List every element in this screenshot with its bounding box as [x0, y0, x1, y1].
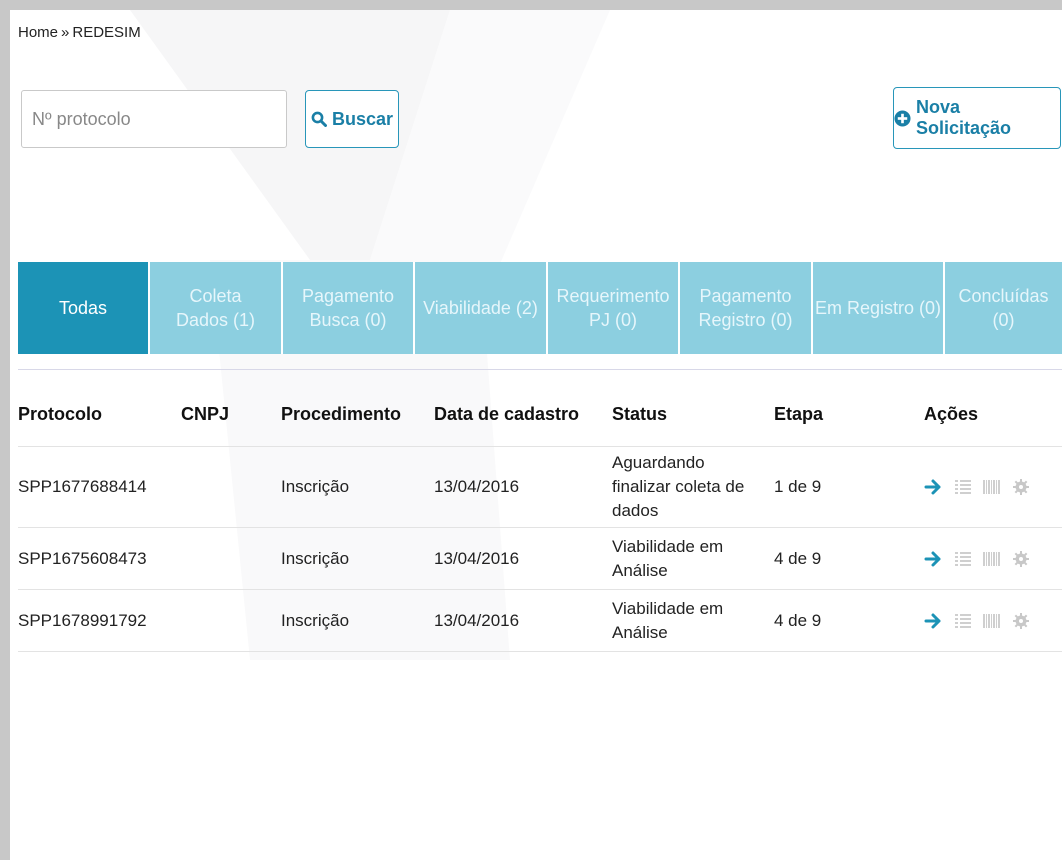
arrow-right-icon[interactable] [924, 550, 944, 568]
tab-pagamento-busca[interactable]: Pagamento Busca (0) [283, 262, 415, 354]
cell-status: Aguardando finalizar coleta de dados [612, 453, 745, 520]
cell-protocolo: SPP1677688414 [18, 477, 147, 496]
section-divider [18, 369, 1062, 370]
breadcrumb-separator: » [61, 24, 70, 41]
cell-procedimento: Inscrição [281, 477, 350, 496]
tab-todas[interactable]: Todas [18, 262, 150, 354]
cell-etapa: 1 de 9 [774, 477, 822, 496]
plus-circle-icon [894, 109, 911, 127]
protocol-search-input[interactable] [21, 90, 287, 148]
gear-icon[interactable] [1012, 550, 1030, 568]
requests-table: Protocolo CNPJ Procedimento Data de cada… [18, 382, 1062, 652]
tab-concluidas[interactable]: Concluídas (0) [945, 262, 1062, 354]
arrow-right-icon[interactable] [924, 612, 944, 630]
breadcrumb: Home» REDESIM [18, 24, 141, 41]
header-status[interactable]: Status [612, 404, 667, 425]
row-actions [924, 550, 1030, 568]
header-protocolo[interactable]: Protocolo [18, 404, 102, 425]
tab-em-registro[interactable]: Em Registro (0) [813, 262, 945, 354]
header-acoes: Ações [924, 404, 979, 424]
page-content: Home»REDESIM Buscar Nova Solicitação Tod… [10, 10, 1062, 860]
barcode-icon[interactable] [982, 550, 1002, 568]
window-frame-top [0, 0, 1062, 10]
window-frame-left [0, 10, 10, 860]
tab-label: Em Registro (0) [814, 298, 942, 318]
tab-label: Pagamento Registro (0) [698, 286, 793, 330]
cell-etapa: 4 de 9 [774, 610, 822, 630]
cell-procedimento: Inscrição [281, 548, 350, 568]
barcode-icon[interactable] [982, 478, 1002, 496]
tab-label: Concluídas (0) [958, 286, 1049, 330]
barcode-icon[interactable] [982, 612, 1002, 630]
cell-procedimento: Inscrição [281, 610, 350, 630]
table-header: Protocolo CNPJ Procedimento Data de cada… [18, 382, 1062, 447]
search-button[interactable]: Buscar [305, 90, 399, 148]
status-tabs: Todas Coleta Dados (1) Pagamento Busca (… [18, 262, 1062, 354]
breadcrumb-home[interactable]: Home [18, 24, 58, 41]
tab-label: Coleta Dados (1) [175, 286, 256, 330]
list-icon[interactable] [954, 550, 972, 568]
table-row: SPP1675608473 Inscrição 13/04/2016 Viabi… [18, 528, 1062, 590]
row-actions [924, 478, 1030, 496]
gear-icon[interactable] [1012, 612, 1030, 630]
tab-requerimento-pj[interactable]: Requerimento PJ (0) [548, 262, 680, 354]
tab-label: Pagamento Busca (0) [301, 286, 395, 330]
tab-coleta-dados[interactable]: Coleta Dados (1) [150, 262, 283, 354]
search-icon [311, 111, 327, 127]
gear-icon[interactable] [1012, 478, 1030, 496]
cell-data-cadastro: 13/04/2016 [434, 477, 520, 496]
new-request-button[interactable]: Nova Solicitação [893, 87, 1061, 149]
cell-data-cadastro: 13/04/2016 [434, 548, 520, 568]
tab-label: Requerimento PJ (0) [556, 286, 670, 330]
arrow-right-icon[interactable] [924, 478, 944, 496]
table-row: SPP1678991792 Inscrição 13/04/2016 Viabi… [18, 590, 1062, 652]
row-actions [924, 612, 1030, 630]
header-etapa[interactable]: Etapa [774, 404, 823, 425]
tab-viabilidade[interactable]: Viabilidade (2) [415, 262, 548, 354]
list-icon[interactable] [954, 478, 972, 496]
cell-data-cadastro: 13/04/2016 [434, 610, 520, 630]
header-cnpj[interactable]: CNPJ [181, 404, 229, 425]
table-row: SPP1677688414 Inscrição 13/04/2016 Aguar… [18, 447, 1062, 528]
search-button-label: Buscar [331, 108, 394, 129]
cell-status: Viabilidade em Análise [612, 598, 724, 642]
breadcrumb-current: REDESIM [72, 24, 141, 41]
cell-status: Viabilidade em Análise [612, 536, 724, 580]
cell-protocolo: SPP1675608473 [18, 548, 147, 568]
tab-pagamento-registro[interactable]: Pagamento Registro (0) [680, 262, 813, 354]
list-icon[interactable] [954, 612, 972, 630]
cell-protocolo: SPP1678991792 [18, 610, 147, 630]
cell-etapa: 4 de 9 [774, 548, 822, 568]
header-data-cadastro[interactable]: Data de cadastro [434, 404, 579, 425]
tab-label: Viabilidade (2) [423, 298, 538, 318]
tab-label: Todas [58, 298, 108, 318]
new-request-label: Nova Solicitação [916, 97, 1012, 138]
header-procedimento[interactable]: Procedimento [281, 404, 401, 425]
